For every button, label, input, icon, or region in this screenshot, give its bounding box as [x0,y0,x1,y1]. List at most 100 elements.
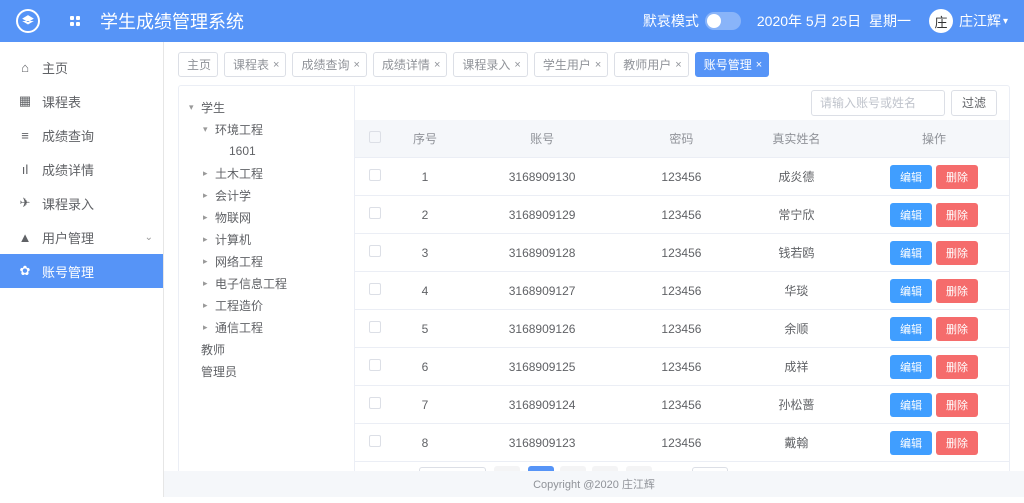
chevron-down-icon: ⌄ [145,232,153,243]
cell-no: 3 [395,234,455,272]
row-checkbox[interactable] [369,359,381,371]
filter-input[interactable] [811,90,945,116]
delete-button[interactable]: 删除 [936,165,978,189]
delete-button[interactable]: 删除 [936,431,978,455]
tree-node-工程造价[interactable]: ▸工程造价 [187,294,346,316]
edit-button[interactable]: 编辑 [890,279,932,303]
mute-toggle[interactable] [705,12,741,30]
sidebar-label: 成绩查询 [42,126,94,145]
cell-account: 3168909128 [455,234,629,272]
table-row: 23168909129123456常宁欣编辑删除 [355,196,1009,234]
tree-node-计算机[interactable]: ▸计算机 [187,228,346,250]
avatar[interactable]: 庄 [929,9,953,33]
tree-node-环境工程[interactable]: ▾环境工程 [187,118,346,140]
sidebar-label: 用户管理 [42,228,94,247]
edit-button[interactable]: 编辑 [890,317,932,341]
tree-node-土木工程[interactable]: ▸土木工程 [187,162,346,184]
table-row: 53168909126123456余顺编辑删除 [355,310,1009,348]
close-icon[interactable]: × [353,59,359,71]
row-checkbox[interactable] [369,397,381,409]
tab-成绩详情[interactable]: 成绩详情× [373,52,447,77]
sidebar-icon: ▲ [18,230,32,245]
sidebar-label: 主页 [42,58,68,77]
row-checkbox[interactable] [369,435,381,447]
tree-label: 计算机 [215,231,251,248]
tree-node-教师[interactable]: 教师 [187,338,346,360]
tab-课程录入[interactable]: 课程录入× [453,52,527,77]
chevron-down-icon[interactable]: ▾ [1003,16,1008,27]
tree-arrow-icon: ▸ [203,212,213,223]
tree-arrow-icon: ▸ [203,190,213,201]
delete-button[interactable]: 删除 [936,393,978,417]
tree-node-学生[interactable]: ▾学生 [187,96,346,118]
row-checkbox[interactable] [369,169,381,181]
close-icon[interactable]: × [595,59,601,71]
filter-button[interactable]: 过滤 [951,90,997,116]
table-row: 43168909127123456华琰编辑删除 [355,272,1009,310]
delete-button[interactable]: 删除 [936,241,978,265]
cell-password: 123456 [629,424,734,462]
username-label[interactable]: 庄江辉 [959,11,1001,31]
sidebar-item-课程录入[interactable]: ✈课程录入 [0,186,163,220]
sidebar-item-成绩查询[interactable]: ≡ 成绩查询 [0,118,163,152]
cell-no: 8 [395,424,455,462]
close-icon[interactable]: × [434,59,440,71]
sidebar: ⌂主页 ▦ 课程表 ≡ 成绩查询 ıl成绩详情✈课程录入 ▲ 用户管理 ⌄ ✿账号管理 [0,42,164,497]
delete-button[interactable]: 删除 [936,317,978,341]
tree-node-1601[interactable]: 1601 [187,140,346,162]
select-all-checkbox[interactable] [369,131,381,143]
row-checkbox[interactable] [369,283,381,295]
edit-button[interactable]: 编辑 [890,165,932,189]
cell-name: 余顺 [734,310,859,348]
edit-button[interactable]: 编辑 [890,431,932,455]
edit-button[interactable]: 编辑 [890,393,932,417]
cell-account: 3168909123 [455,424,629,462]
tab-课程表[interactable]: 课程表× [224,52,286,77]
cell-name: 华琰 [734,272,859,310]
delete-button[interactable]: 删除 [936,279,978,303]
delete-button[interactable]: 删除 [936,355,978,379]
edit-button[interactable]: 编辑 [890,355,932,379]
sidebar-item-账号管理[interactable]: ✿账号管理 [0,254,163,288]
sidebar-item-主页[interactable]: ⌂主页 [0,50,163,84]
tab-主页[interactable]: 主页 [178,52,218,77]
tab-教师用户[interactable]: 教师用户× [614,52,688,77]
row-checkbox[interactable] [369,321,381,333]
cell-name: 孙松蔷 [734,386,859,424]
tree-label: 管理员 [201,363,237,380]
sidebar-item-用户管理[interactable]: ▲ 用户管理 ⌄ [0,220,163,254]
tree-node-电子信息工程[interactable]: ▸电子信息工程 [187,272,346,294]
close-icon[interactable]: × [514,59,520,71]
tree-node-管理员[interactable]: 管理员 [187,360,346,382]
tree-node-网络工程[interactable]: ▸网络工程 [187,250,346,272]
tree-node-会计学[interactable]: ▸会计学 [187,184,346,206]
tab-账号管理[interactable]: 账号管理× [695,52,769,77]
sidebar-item-课程表[interactable]: ▦ 课程表 [0,84,163,118]
cell-no: 4 [395,272,455,310]
sidebar-item-成绩详情[interactable]: ıl成绩详情 [0,152,163,186]
tab-label: 主页 [187,56,211,73]
edit-button[interactable]: 编辑 [890,203,932,227]
sidebar-icon: ≡ [18,128,32,143]
close-icon[interactable]: × [675,59,681,71]
sidebar-label: 账号管理 [42,262,94,281]
cell-password: 123456 [629,272,734,310]
col-no: 序号 [395,120,455,158]
sidebar-icon: ▦ [18,93,32,109]
close-icon[interactable]: × [756,59,762,71]
tree-label: 物联网 [215,209,251,226]
tree-node-通信工程[interactable]: ▸通信工程 [187,316,346,338]
cell-account: 3168909129 [455,196,629,234]
tree-arrow-icon: ▸ [203,322,213,333]
sidebar-icon: ✈ [18,195,32,211]
tree-node-物联网[interactable]: ▸物联网 [187,206,346,228]
sidebar-label: 课程表 [42,92,81,111]
edit-button[interactable]: 编辑 [890,241,932,265]
delete-button[interactable]: 删除 [936,203,978,227]
row-checkbox[interactable] [369,245,381,257]
tab-成绩查询[interactable]: 成绩查询× [292,52,366,77]
menu-grid-icon[interactable] [70,16,80,26]
row-checkbox[interactable] [369,207,381,219]
close-icon[interactable]: × [273,59,279,71]
tab-学生用户[interactable]: 学生用户× [534,52,608,77]
